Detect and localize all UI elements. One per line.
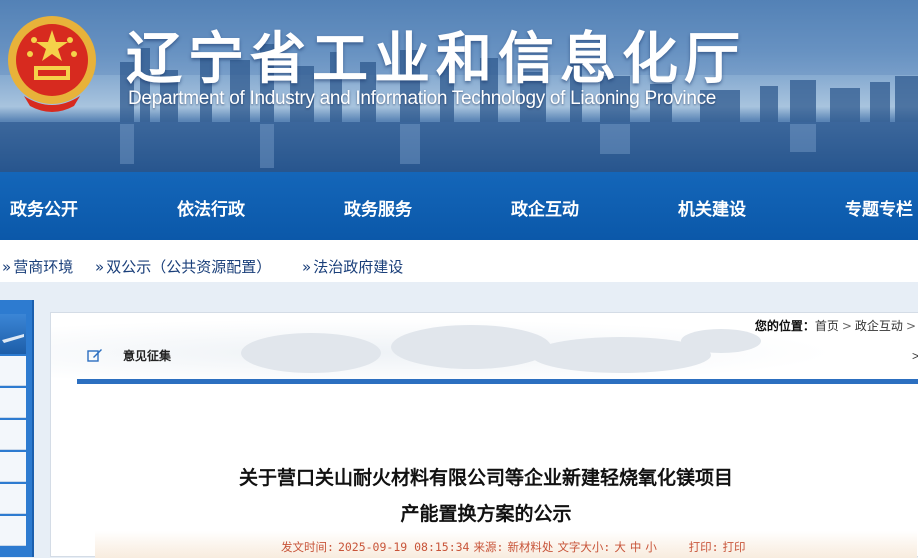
print-label: 打印: bbox=[688, 540, 719, 554]
sidebar-item[interactable] bbox=[0, 420, 26, 450]
panel-header: 您的位置：首页 > 政企互动 > 意见征集 > bbox=[51, 313, 918, 379]
breadcrumb-label: 您的位置： bbox=[754, 319, 815, 333]
subnav-item-yingshang-huanjing[interactable]: » 营商环境 bbox=[2, 256, 73, 277]
nav-item-zhuanti-zhuanlan[interactable]: 专题专栏 bbox=[845, 195, 913, 220]
tab-yijian-zhengji[interactable]: 意见征集 bbox=[123, 347, 171, 364]
article-meta: 发文时间: 2025-09-19 08:15:34 来源: 新材料处 文字大小: 大中小 … bbox=[95, 531, 917, 558]
site-banner: 辽宁省工业和信息化厅 Department of Industry and In… bbox=[0, 0, 918, 172]
national-emblem-icon bbox=[8, 16, 96, 112]
print-link[interactable]: 打印 bbox=[723, 540, 746, 554]
plane-icon bbox=[2, 334, 24, 343]
site-title: 辽宁省工业和信息化厅 bbox=[126, 27, 746, 92]
nav-item-zhengwu-fuwu[interactable]: 政务服务 bbox=[344, 195, 412, 220]
breadcrumb-home[interactable]: 首页 bbox=[815, 319, 839, 333]
raquo-icon: » bbox=[302, 258, 312, 276]
font-size-medium[interactable]: 中 bbox=[630, 540, 642, 554]
nav-item-zhengqi-hudong[interactable]: 政企互动 bbox=[511, 195, 579, 220]
more-link[interactable]: > bbox=[912, 349, 918, 363]
nav-item-jiguan-jianshe[interactable]: 机关建设 bbox=[678, 195, 746, 220]
article-title-line-1: 关于营口关山耐火材料有限公司等企业新建轻烧氧化镁项目 bbox=[238, 467, 733, 489]
nav-item-zhengwu-gongkai[interactable]: 政务公开 bbox=[10, 195, 78, 220]
breadcrumb-zhengqi-hudong[interactable]: 政企互动 bbox=[855, 319, 903, 333]
subnav-item-fazhi-zhengfu[interactable]: » 法治政府建设 bbox=[302, 256, 403, 277]
sidebar-item[interactable] bbox=[0, 388, 26, 418]
source-value: 新材料处 bbox=[507, 540, 554, 554]
nav-item-yifa-xingzheng[interactable]: 依法行政 bbox=[177, 195, 245, 220]
raquo-icon: » bbox=[95, 258, 105, 276]
font-size-label: 文字大小: bbox=[557, 540, 611, 554]
font-size-small[interactable]: 小 bbox=[645, 540, 657, 554]
sidebar-item[interactable] bbox=[0, 516, 26, 546]
main-nav: 政务公开 依法行政 政务服务 政企互动 机关建设 专题专栏 bbox=[0, 172, 918, 240]
sidebar-item[interactable] bbox=[0, 452, 26, 482]
article-meta-text: 发文时间: 2025-09-19 08:15:34 来源: 新材料处 文字大小: 大中小 … bbox=[281, 539, 750, 555]
left-sidebar bbox=[0, 300, 34, 557]
source-label: 来源: bbox=[473, 540, 504, 554]
sidebar-item[interactable] bbox=[0, 356, 26, 386]
sidebar-item[interactable] bbox=[0, 484, 26, 514]
raquo-icon: » bbox=[2, 258, 12, 276]
content-panel: 您的位置：首页 > 政企互动 > 意见征集 > 关于营口关山耐火材料有限公司等企业新建… bbox=[50, 312, 918, 558]
subnav-item-shuang-gongshi[interactable]: » 双公示（公共资源配置） bbox=[95, 256, 271, 277]
edit-icon bbox=[87, 349, 102, 362]
sidebar-header bbox=[0, 314, 26, 354]
date-label: 发文时间: bbox=[281, 540, 334, 554]
article-title-line-2: 产能置换方案的公示 bbox=[400, 503, 572, 525]
site-subtitle: Department of Industry and Information T… bbox=[128, 88, 717, 109]
sub-nav: » 营商环境 » 双公示（公共资源配置） » 法治政府建设 bbox=[0, 240, 918, 282]
publish-date: 2025-09-19 08:15:34 bbox=[337, 540, 470, 554]
world-map-dots-decoration bbox=[241, 325, 761, 373]
breadcrumb: 您的位置：首页 > 政企互动 > bbox=[754, 319, 916, 333]
font-size-large[interactable]: 大 bbox=[614, 540, 626, 554]
tab-underline bbox=[77, 379, 918, 384]
